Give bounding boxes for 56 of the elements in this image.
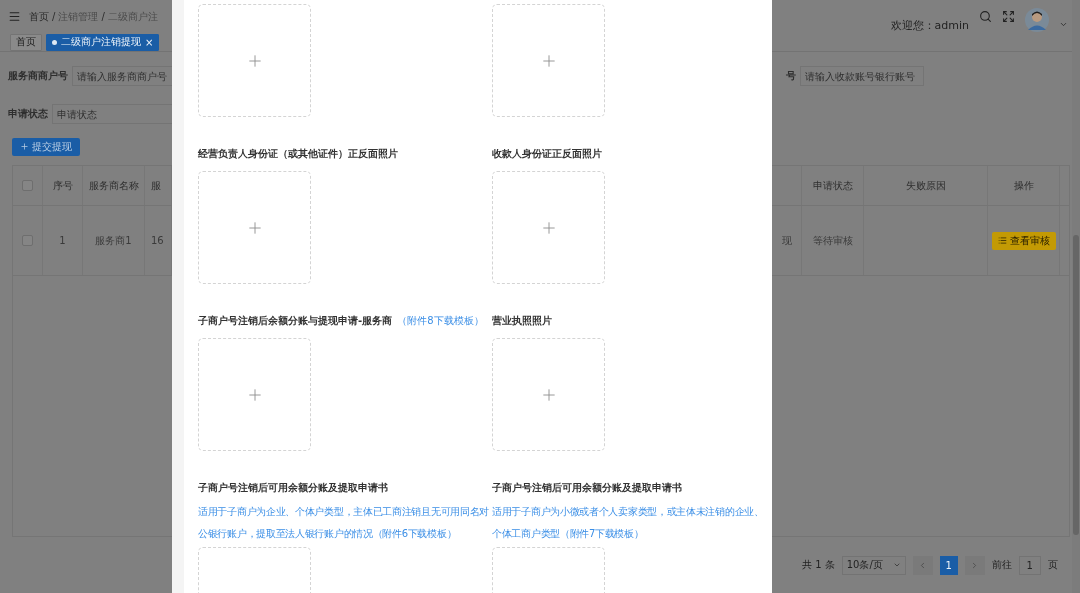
filter-label: 号	[786, 69, 796, 83]
filter-input[interactable]: 请输入收款账号银行账号	[800, 66, 924, 86]
table-cell: 现	[772, 206, 802, 275]
field-label: 子商户号注销后余额分账与提现申请-服务商	[198, 314, 393, 328]
field-label: 子商户号注销后可用余额分账及提取申请书	[492, 481, 682, 495]
filter-input[interactable]: 申请状态	[52, 104, 172, 124]
list-icon	[997, 236, 1007, 245]
column-header: 服务商名称	[83, 166, 145, 205]
field-hint: 适用于子商户为小微或者个人卖家类型，或主体未注销的企业、个体工商户类型（附件7下载模板）	[492, 505, 765, 541]
upload-box[interactable]	[198, 4, 311, 117]
fullscreen-icon[interactable]	[1002, 10, 1015, 23]
upload-box[interactable]	[492, 4, 605, 117]
upload-box[interactable]	[198, 171, 311, 284]
breadcrumb-item[interactable]: 首页	[29, 9, 49, 24]
table-cell: 服务商1	[83, 206, 145, 275]
avatar-icon[interactable]	[1025, 8, 1049, 32]
page-input[interactable]: 1	[1018, 555, 1041, 575]
field-label: 子商户号注销后可用余额分账及提取申请书	[198, 481, 388, 495]
filter-label: 申请状态	[8, 107, 48, 121]
dot-icon	[52, 39, 57, 45]
upload-box[interactable]	[198, 338, 311, 451]
search-icon[interactable]	[979, 10, 992, 23]
total-count: 共 1 条	[802, 558, 835, 572]
caret-icon[interactable]	[1059, 20, 1068, 29]
filter-input[interactable]: 请输入服务商商户号	[72, 66, 172, 86]
page-button[interactable]: 1	[939, 555, 958, 575]
field-label: 营业执照照片	[492, 314, 552, 328]
field-label: 经营负责人身份证（或其他证件）正反面照片	[198, 147, 398, 161]
table-cell: 1	[43, 206, 83, 275]
prev-page-button[interactable]	[912, 555, 933, 575]
breadcrumb-separator: /	[101, 11, 105, 22]
column-header: 操作	[988, 166, 1060, 205]
breadcrumb-separator: /	[52, 11, 56, 22]
next-page-button[interactable]	[964, 555, 985, 575]
upload-box[interactable]	[492, 338, 605, 451]
template-link[interactable]: （附件8下载模板）	[397, 314, 484, 328]
page-tab[interactable]: 首页	[10, 33, 42, 51]
menu-icon[interactable]	[8, 10, 21, 23]
submit-button[interactable]: 提交提现	[12, 137, 80, 156]
column-header: 序号	[43, 166, 83, 205]
caret-icon	[892, 561, 901, 569]
filter-label: 服务商商户号	[8, 69, 68, 83]
scrollbar[interactable]	[1072, 0, 1080, 593]
upload-box[interactable]	[492, 171, 605, 284]
field-hint: 适用于子商户为企业、个体户类型，主体已工商注销且无可用同名对公银行账户，提取至法人银行账户的情况（附件6下载模板）	[198, 505, 490, 541]
page-size-select[interactable]: 10条/页	[841, 555, 906, 575]
column-header: 失败原因	[864, 166, 988, 205]
plus-icon	[20, 142, 29, 151]
goto-label: 前往	[991, 558, 1012, 572]
page-tab[interactable]: 二级商户注销提现 ×	[46, 33, 160, 51]
column-header: 申请状态	[802, 166, 864, 205]
welcome-text: 欢迎您：admin	[890, 18, 969, 33]
close-icon[interactable]: ×	[145, 36, 154, 48]
field-label: 收款人身份证正反面照片	[492, 147, 602, 161]
page-suffix: 页	[1047, 558, 1058, 572]
review-button[interactable]: 查看审核	[991, 231, 1056, 250]
